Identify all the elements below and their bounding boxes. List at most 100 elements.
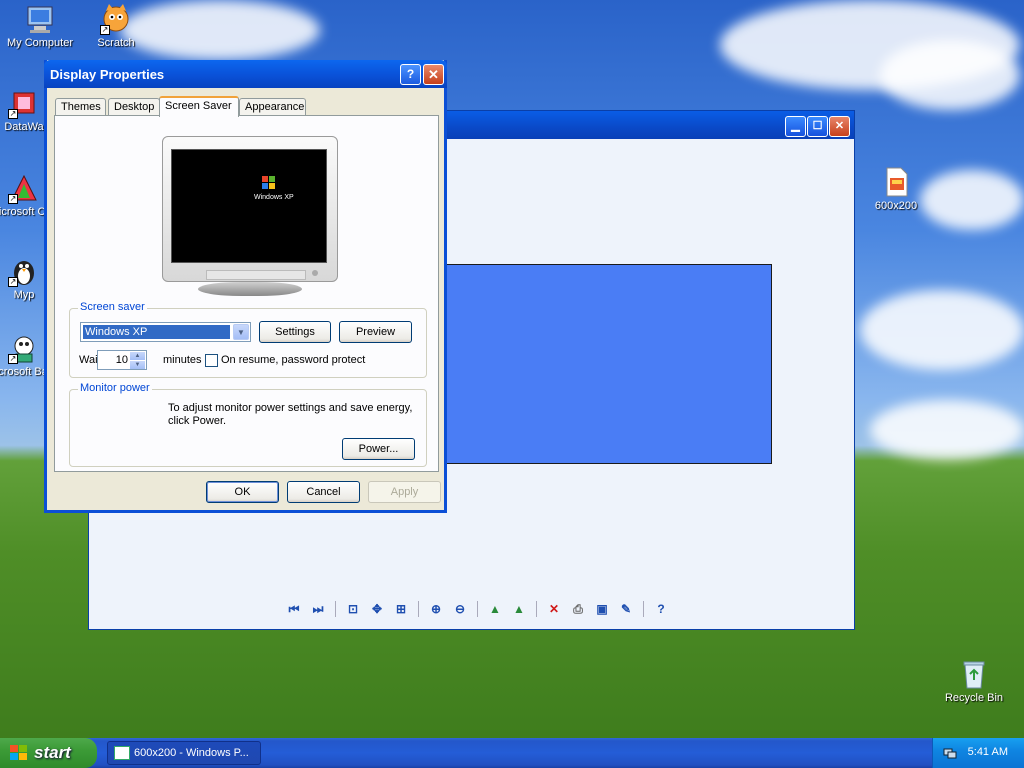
ok-button[interactable]: OK [206, 481, 279, 503]
edit-icon: ✎ [620, 602, 632, 616]
help-button[interactable]: ? [400, 64, 421, 85]
network-icon[interactable] [943, 746, 957, 760]
maximize-button[interactable]: ☐ [807, 116, 828, 137]
rotate-clockwise-icon: ▲ [489, 602, 501, 616]
desktop-icon-recycle-bin[interactable]: Recycle Bin [934, 658, 1014, 704]
desktop-icon-my-computer[interactable]: My Computer [0, 3, 80, 49]
rotate-clockwise-button[interactable]: ▲ [485, 599, 505, 619]
dialog-title: Display Properties [50, 67, 165, 82]
save-icon: ▣ [596, 602, 608, 616]
chevron-down-icon[interactable]: ▼ [233, 324, 249, 340]
start-button[interactable]: start [0, 738, 97, 768]
spin-up-icon[interactable]: ▲ [130, 352, 145, 360]
minimize-button[interactable]: ▁ [785, 116, 806, 137]
print-button[interactable]: ⎙ [568, 599, 588, 619]
data-app-icon: ↗ [8, 87, 40, 119]
scratch-cat-icon: ↗ [100, 3, 132, 35]
monitor-preview: Windows XP [162, 136, 338, 296]
actual-size-button[interactable]: ✥ [367, 599, 387, 619]
best-fit-icon: ⊡ [347, 602, 359, 616]
taskbar: start 600x200 - Windows P... 5:41 AM [0, 738, 1024, 768]
previous-icon: ⏮ [288, 601, 300, 616]
taskbar-item-picture-viewer[interactable]: 600x200 - Windows P... [107, 741, 261, 765]
print-icon: ⎙ [573, 601, 583, 616]
screen-saver-select[interactable]: Windows XP ▼ [80, 322, 251, 342]
delete-button[interactable]: ✕ [544, 599, 564, 619]
monitor-power-group: Monitor power To adjust monitor power se… [69, 382, 427, 467]
windows-logo-icon [262, 176, 275, 189]
image-preview [443, 264, 772, 464]
screen-saver-group: Screen saver Windows XP ▼ Settings Previ… [69, 301, 427, 378]
toolbar-separator [418, 601, 419, 617]
shortcut-arrow-icon: ↗ [8, 277, 18, 287]
best-fit-button[interactable]: ⊡ [343, 599, 363, 619]
dialog-title-bar[interactable]: Display Properties ? ✕ [44, 60, 447, 88]
spin-down-icon[interactable]: ▼ [130, 361, 145, 369]
zoom-in-icon: ⊕ [430, 602, 442, 616]
toolbar-separator [536, 601, 537, 617]
close-button[interactable]: ✕ [829, 116, 850, 137]
desktop-icon-label: Recycle Bin [944, 692, 1004, 704]
desktop-icon-scratch[interactable]: ↗ Scratch [76, 3, 156, 49]
power-button[interactable]: Power... [342, 438, 415, 460]
slideshow-button[interactable]: ⊞ [391, 599, 411, 619]
tab-desktop[interactable]: Desktop [108, 98, 160, 116]
penguin-icon: ↗ [8, 255, 40, 287]
next-image-button[interactable]: ⏭ [308, 599, 328, 619]
screen-saver-panel: Windows XP Screen saver Windows XP ▼ Set… [54, 115, 439, 472]
toolbar-separator [335, 601, 336, 617]
edit-button[interactable]: ✎ [616, 599, 636, 619]
tab-screen-saver[interactable]: Screen Saver [159, 96, 239, 117]
display-properties-dialog: Display Properties ? ✕ Themes Desktop Sc… [44, 60, 447, 513]
shortcut-arrow-icon: ↗ [8, 194, 18, 204]
delete-icon: ✕ [548, 602, 560, 616]
monitor-power-legend: Monitor power [78, 382, 152, 394]
minutes-label: minutes [163, 354, 202, 366]
clock[interactable]: 5:41 AM [968, 746, 1008, 758]
image-file-icon [880, 166, 912, 198]
close-button[interactable]: ✕ [423, 64, 444, 85]
screen-saver-legend: Screen saver [78, 301, 147, 313]
shortcut-arrow-icon: ↗ [8, 109, 18, 119]
monitor-power-text: To adjust monitor power settings and sav… [168, 402, 413, 427]
desktop-icon-label: 600x200 [874, 200, 918, 212]
tab-appearance[interactable]: Appearance [239, 98, 306, 116]
password-protect-checkbox[interactable] [205, 354, 218, 367]
windows-flag-icon [10, 745, 27, 760]
zoom-in-button[interactable]: ⊕ [426, 599, 446, 619]
save-button[interactable]: ▣ [592, 599, 612, 619]
help-icon: ? [657, 602, 665, 616]
cancel-button[interactable]: Cancel [287, 481, 360, 503]
preview-screen: Windows XP [171, 149, 327, 263]
close-icon: ✕ [834, 120, 845, 132]
monitor-chin [206, 270, 306, 280]
desktop-icon-600x200[interactable]: 600x200 [856, 166, 936, 212]
wait-minutes-value: 10 [115, 354, 128, 366]
previous-image-button[interactable]: ⏮ [284, 599, 304, 619]
power-led-icon [312, 270, 318, 276]
toolbar-separator [477, 601, 478, 617]
rotate-counterclockwise-button[interactable]: ▲ [509, 599, 529, 619]
preview-button[interactable]: Preview [339, 321, 412, 343]
desktop-icon-label: Scratch [97, 37, 135, 49]
wait-minutes-spinner[interactable]: 10 ▲ ▼ [97, 350, 147, 370]
picture-viewer-icon [114, 746, 130, 760]
zoom-out-button[interactable]: ⊖ [450, 599, 470, 619]
rotate-counterclockwise-icon: ▲ [513, 602, 525, 616]
selected-screen-saver: Windows XP [83, 325, 230, 339]
tab-themes[interactable]: Themes [55, 98, 106, 116]
actual-size-icon: ✥ [371, 602, 383, 616]
start-label: start [34, 743, 71, 762]
toolbar-separator [643, 601, 644, 617]
visual-cpp-icon: ↗ [8, 172, 40, 204]
password-protect-label[interactable]: On resume, password protect [221, 354, 365, 366]
small-basic-icon: ↗ [8, 332, 40, 364]
help-button[interactable]: ? [651, 599, 671, 619]
maximize-icon: ☐ [812, 120, 823, 132]
apply-button[interactable]: Apply [368, 481, 441, 503]
taskbar-item-label: 600x200 - Windows P... [134, 747, 249, 759]
settings-button[interactable]: Settings [259, 321, 331, 343]
shortcut-arrow-icon: ↗ [100, 25, 110, 35]
viewer-toolbar: ⏮ ⏭ ⊡ ✥ ⊞ ⊕ ⊖ ▲ ▲ ✕ ⎙ ▣ ✎ ? [284, 599, 671, 619]
desktop-icon-label: My Computer [6, 37, 74, 49]
